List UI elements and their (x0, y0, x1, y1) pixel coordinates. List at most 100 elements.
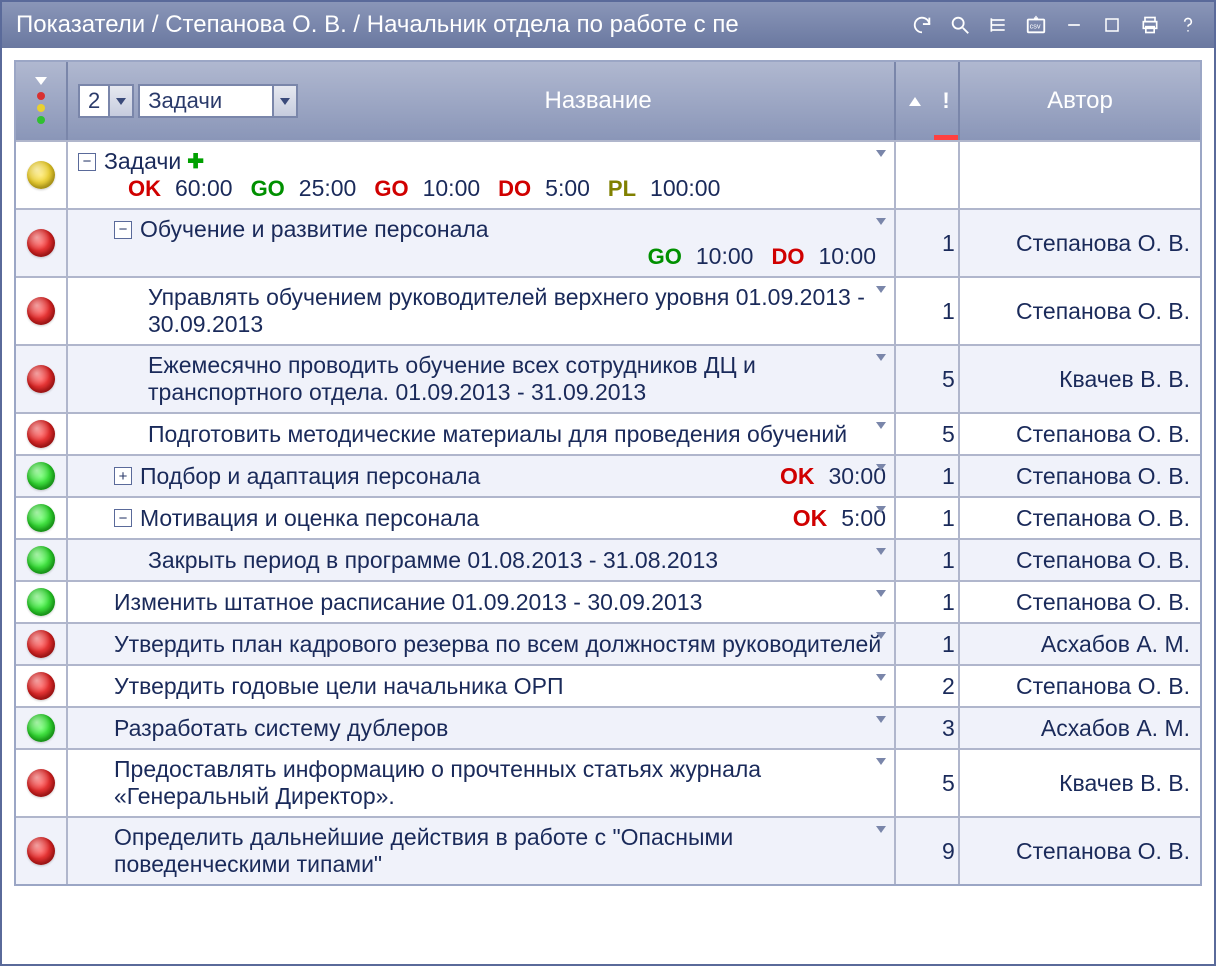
window-title: Показатели / Степанова О. В. / Начальник… (16, 11, 910, 39)
table-row[interactable]: −Мотивация и оценка персоналаOK5:001Степ… (16, 496, 1200, 538)
table-row[interactable]: Утвердить годовые цели начальника ОРП2Ст… (16, 664, 1200, 706)
task-name: Мотивация и оценка персонала (140, 505, 479, 532)
priority-cell: 1 (934, 624, 960, 664)
row-menu-icon[interactable] (876, 548, 886, 555)
name-column-label[interactable]: Название (302, 87, 894, 115)
status-cell (16, 624, 68, 664)
table-row[interactable]: Разработать систему дублеров3Асхабов А. … (16, 706, 1200, 748)
level-select[interactable]: 2 (78, 84, 134, 118)
csv-export-icon[interactable]: csv (1024, 13, 1048, 37)
name-cell: Утвердить план кадрового резерва по всем… (68, 624, 896, 664)
row-menu-icon[interactable] (876, 758, 886, 765)
table-row[interactable]: Предоставлять информацию о прочтенных ст… (16, 748, 1200, 816)
status-red-icon (27, 297, 55, 325)
stat-code: PL (608, 176, 636, 202)
status-red-icon (27, 672, 55, 700)
minimize-icon[interactable] (1062, 13, 1086, 37)
status-red-icon (27, 837, 55, 865)
chevron-down-icon (35, 77, 47, 85)
status-cell (16, 498, 68, 538)
table-row[interactable]: −Задачи✚OK60:00GO25:00GO10:00DO5:00PL100… (16, 140, 1200, 208)
row-menu-icon[interactable] (876, 464, 886, 471)
row-menu-icon[interactable] (876, 286, 886, 293)
header-priority-column[interactable]: ! (934, 62, 960, 140)
row-menu-icon[interactable] (876, 354, 886, 361)
row-menu-icon[interactable] (876, 150, 886, 157)
stat-code: OK (780, 463, 815, 490)
stat-time: 100:00 (650, 175, 720, 202)
type-dropdown-button[interactable] (272, 86, 296, 116)
spacer-cell (896, 346, 934, 412)
priority-sort-indicator (934, 135, 958, 140)
task-name: Разработать систему дублеров (114, 715, 448, 742)
row-menu-icon[interactable] (876, 422, 886, 429)
help-icon[interactable] (1176, 13, 1200, 37)
row-menu-icon[interactable] (876, 632, 886, 639)
spacer-cell (896, 142, 934, 208)
spacer-cell (896, 456, 934, 496)
author-cell: Степанова О. В. (960, 210, 1200, 276)
stats-line: OK60:00GO25:00GO10:00DO5:00PL100:00 (78, 175, 886, 202)
row-menu-icon[interactable] (876, 826, 886, 833)
spacer-cell (896, 278, 934, 344)
name-cell: Изменить штатное расписание 01.09.2013 -… (68, 582, 896, 622)
row-menu-icon[interactable] (876, 674, 886, 681)
stat-time: 5:00 (545, 175, 590, 202)
author-cell: Степанова О. В. (960, 666, 1200, 706)
spacer-cell (896, 540, 934, 580)
type-select[interactable]: Задачи (138, 84, 298, 118)
status-cell (16, 666, 68, 706)
stat-code: GO (648, 244, 682, 270)
header-name-column: 2 Задачи Название (68, 62, 896, 140)
stats-line: GO10:00DO10:00 (114, 243, 886, 270)
chevron-down-icon (116, 98, 126, 105)
table-row[interactable]: Закрыть период в программе 01.08.2013 - … (16, 538, 1200, 580)
table-row[interactable]: +Подбор и адаптация персоналаOK30:001Сте… (16, 454, 1200, 496)
add-task-icon[interactable]: ✚ (187, 149, 204, 174)
search-icon[interactable] (948, 13, 972, 37)
status-cell (16, 278, 68, 344)
stat-code: GO (374, 176, 408, 202)
header-sort-column[interactable] (896, 62, 934, 140)
refresh-icon[interactable] (910, 13, 934, 37)
table-row[interactable]: Подготовить методические материалы для п… (16, 412, 1200, 454)
row-menu-icon[interactable] (876, 506, 886, 513)
table-row[interactable]: Утвердить план кадрового резерва по всем… (16, 622, 1200, 664)
task-name: Подготовить методические материалы для п… (148, 421, 847, 448)
table-row[interactable]: Управлять обучением руководителей верхне… (16, 276, 1200, 344)
author-cell: Квачев В. В. (960, 750, 1200, 816)
name-cell: Подготовить методические материалы для п… (68, 414, 896, 454)
expand-icon[interactable]: + (114, 467, 132, 485)
table-row[interactable]: Определить дальнейшие действия в работе … (16, 816, 1200, 884)
task-name: Ежемесячно проводить обучение всех сотру… (148, 352, 886, 406)
grid-header: 2 Задачи Название ! (16, 62, 1200, 140)
status-red-icon (27, 769, 55, 797)
header-status-column[interactable] (16, 62, 68, 140)
traffic-red-icon (37, 92, 45, 100)
grid-body: −Задачи✚OK60:00GO25:00GO10:00DO5:00PL100… (16, 140, 1200, 884)
stat-code: OK (128, 176, 161, 202)
status-green-icon (27, 546, 55, 574)
row-menu-icon[interactable] (876, 218, 886, 225)
row-menu-icon[interactable] (876, 716, 886, 723)
collapse-icon[interactable]: − (114, 509, 132, 527)
table-row[interactable]: Ежемесячно проводить обучение всех сотру… (16, 344, 1200, 412)
row-menu-icon[interactable] (876, 590, 886, 597)
author-cell: Квачев В. В. (960, 346, 1200, 412)
priority-cell: 5 (934, 346, 960, 412)
status-cell (16, 346, 68, 412)
traffic-yellow-icon (37, 104, 45, 112)
collapse-icon[interactable]: − (78, 153, 96, 171)
level-dropdown-button[interactable] (108, 86, 132, 116)
chevron-down-icon (280, 98, 290, 105)
app-window: Показатели / Степанова О. В. / Начальник… (0, 0, 1216, 966)
print-icon[interactable] (1138, 13, 1162, 37)
table-row[interactable]: Изменить штатное расписание 01.09.2013 -… (16, 580, 1200, 622)
maximize-icon[interactable] (1100, 13, 1124, 37)
table-row[interactable]: −Обучение и развитие персоналаGO10:00DO1… (16, 208, 1200, 276)
header-author-column[interactable]: Автор (960, 62, 1200, 140)
name-cell: Разработать систему дублеров (68, 708, 896, 748)
status-green-icon (27, 588, 55, 616)
list-icon[interactable] (986, 13, 1010, 37)
collapse-icon[interactable]: − (114, 221, 132, 239)
